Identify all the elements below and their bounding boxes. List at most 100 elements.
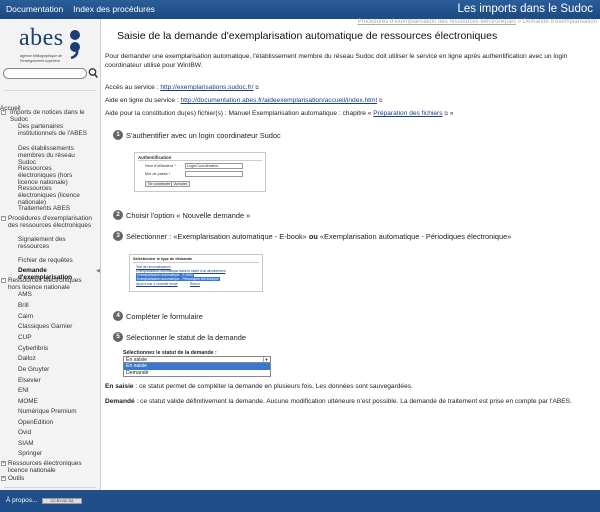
sidebar-item[interactable]: Des partenaires institutionnels de l'ABE… [18, 123, 90, 137]
sidebar-item[interactable]: Classiques Garnier [18, 323, 90, 330]
sidebar-item[interactable]: Ressources électroniques licence nationa… [8, 460, 94, 474]
step-text: S'authentifier avec un login coordinateu… [126, 130, 281, 140]
intro-text: Pour demander une exemplarisation automa… [105, 53, 568, 69]
step-text: Compléter le formulaire [126, 311, 203, 321]
shot-option: Retour [190, 282, 200, 286]
search-input[interactable] [3, 68, 87, 79]
sidebar-item[interactable]: Ressources électroniques (licence nation… [18, 185, 90, 206]
sidebar-item[interactable]: Signalement des ressources [18, 236, 90, 250]
step-number: 4 [113, 311, 123, 321]
help-link[interactable]: http://documentation.abes.fr/aideexempla… [181, 97, 377, 104]
status-select: En saisie ▼ [123, 356, 271, 363]
sidebar-item[interactable]: Imports de notices dans le Sudoc [10, 109, 96, 123]
login-screenshot: Authentification Nom d'utilisateur * Log… [134, 152, 266, 192]
sidebar-item[interactable]: SIAM [18, 440, 90, 447]
status-dropdown-screenshot: Sélectionnez le statut de la demande : E… [123, 350, 273, 381]
sidebar-item[interactable]: Brill [18, 302, 90, 309]
definition-term: En saisie [105, 383, 134, 390]
sidebar-item[interactable]: Ressources électroniques hors licence na… [8, 277, 94, 291]
about-link[interactable]: À propos... [6, 497, 37, 504]
shot-divider [133, 262, 259, 263]
expand-icon[interactable]: + [1, 461, 6, 466]
manual-end: » [447, 110, 454, 117]
step-5: 5 Sélectionner le statut de la demande [113, 332, 246, 342]
collapse-icon[interactable]: - [1, 110, 6, 115]
sidebar-item[interactable]: CUP [18, 334, 90, 341]
sidebar-divider [4, 487, 96, 488]
sidebar-item[interactable]: Springer [18, 450, 90, 457]
shot-user-field: LoginCoordinateur [185, 163, 243, 169]
step-number: 3 [113, 231, 123, 241]
status-option: En saisie [123, 363, 271, 370]
logo-subtitle: agence bibliographique de l'enseignement… [20, 54, 63, 63]
shot-pass-field [185, 171, 243, 177]
sidebar-item[interactable]: Elsevier [18, 377, 90, 384]
collapse-icon[interactable]: - [1, 278, 6, 283]
shot-option: Ajout d'une 4 nouvelle revue [136, 282, 178, 286]
top-bar: Documentation Index des procédures Les i… [0, 0, 600, 19]
shot-connect-button: Se connecter [145, 181, 174, 187]
logo-word: abes [19, 25, 64, 51]
access-link[interactable]: http://exemplarisations.sudoc.fr/ [160, 84, 253, 91]
sidebar-item[interactable]: Outils [8, 475, 94, 482]
nav-index-procedures[interactable]: Index des procédures [73, 4, 155, 14]
footer: À propos... CC BY-NC-SA [0, 490, 600, 512]
sidebar-item[interactable]: Numérique Premium [18, 408, 90, 415]
shot-option-highlighted: Exemplarisation automatique - Périodique… [136, 277, 220, 281]
sidebar-item[interactable]: MOME [18, 398, 90, 405]
sidebar-item[interactable]: Des établissements membres du réseau Sud… [18, 145, 90, 166]
manual-line: Aide pour la constitution du(es) fichier… [105, 109, 453, 119]
sidebar-item[interactable]: Ressources électroniques (hors licence n… [18, 165, 90, 186]
page-title: Saisie de la demande d'exemplarisation a… [117, 30, 498, 42]
sidebar-item[interactable]: ENI [18, 387, 90, 394]
breadcrumb: Procédures d'exemplarisation des ressour… [358, 19, 597, 25]
shot-pass-label: Mot de passe * [145, 172, 171, 176]
request-type-screenshot: Sélectionner le type de demande Test de … [129, 254, 263, 292]
step-1: 1 S'authentifier avec un login coordinat… [113, 130, 281, 140]
help-label: Aide en ligne du service : [105, 97, 181, 104]
sidebar-item[interactable]: Cyberlibris [18, 345, 90, 352]
sidebar-item[interactable]: OpenEdition [18, 419, 90, 426]
sidebar-item[interactable]: Ovid [18, 429, 90, 436]
sidebar-item[interactable]: Dalloz [18, 355, 90, 362]
definition-text: : ce statut permet de compléter la deman… [133, 383, 413, 390]
sidebar-item[interactable]: Traitements ABES [18, 205, 90, 212]
step-text-a: Sélectionner : «Exemplarisation automati… [126, 231, 307, 241]
step-text-or: ou [306, 231, 320, 241]
sidebar-item[interactable]: Cairn [18, 313, 90, 320]
sidebar-item[interactable]: De Gruyter [18, 366, 90, 373]
license-badge[interactable]: CC BY-NC-SA [42, 498, 82, 504]
logo-mark-icon [70, 30, 80, 59]
step-text: Sélectionner le statut de la demande [126, 332, 246, 342]
sidebar-item[interactable]: Procédures d'exemplarisation des ressour… [8, 215, 94, 229]
access-label: Accès au service : [105, 84, 161, 91]
definition-demande: Demandé : ce statut valide définitivemen… [105, 397, 591, 406]
shot-cancel-button: Annuler [171, 181, 191, 187]
sidebar-item[interactable]: Fichier de requêtes [18, 257, 90, 264]
sidebar-item[interactable]: AMS [18, 291, 90, 298]
definition-text: : ce statut valide définitivement la dem… [134, 398, 572, 405]
external-link-icon: ⧉ [255, 85, 259, 91]
search-icon[interactable] [88, 67, 98, 79]
step-4: 4 Compléter le formulaire [113, 311, 203, 321]
manual-link[interactable]: Préparation des fichiers [373, 110, 442, 117]
top-nav: Documentation Index des procédures [6, 4, 155, 14]
help-line: Aide en ligne du service : http://docume… [105, 96, 382, 106]
definition-en-saisie: En saisie : ce statut permet de compléte… [105, 382, 593, 391]
step-text: Choisir l'option « Nouvelle demande » [126, 210, 251, 220]
shot-divider [138, 160, 262, 161]
sidebar: abes agence bibliographique de l'enseign… [0, 19, 101, 490]
expand-icon[interactable]: + [1, 476, 6, 481]
nav-documentation[interactable]: Documentation [6, 4, 63, 14]
step-number: 1 [113, 130, 123, 140]
status-option: Demandé [123, 370, 271, 377]
step-number: 5 [113, 332, 123, 342]
collapse-icon[interactable]: - [1, 216, 6, 221]
manual-label: Aide pour la constitution du(es) fichier… [105, 110, 374, 117]
breadcrumb-link[interactable]: Procédures d'exemplarisation des ressour… [358, 19, 517, 25]
site-title[interactable]: Les imports dans le Sudoc [457, 3, 593, 15]
shot-heading: Sélectionner le type de demande [133, 257, 193, 261]
breadcrumb-current: Demande d'exemplarisation [522, 19, 597, 25]
shot-user-label: Nom d'utilisateur * [145, 164, 176, 168]
step-2: 2 Choisir l'option « Nouvelle demande » [113, 210, 250, 220]
